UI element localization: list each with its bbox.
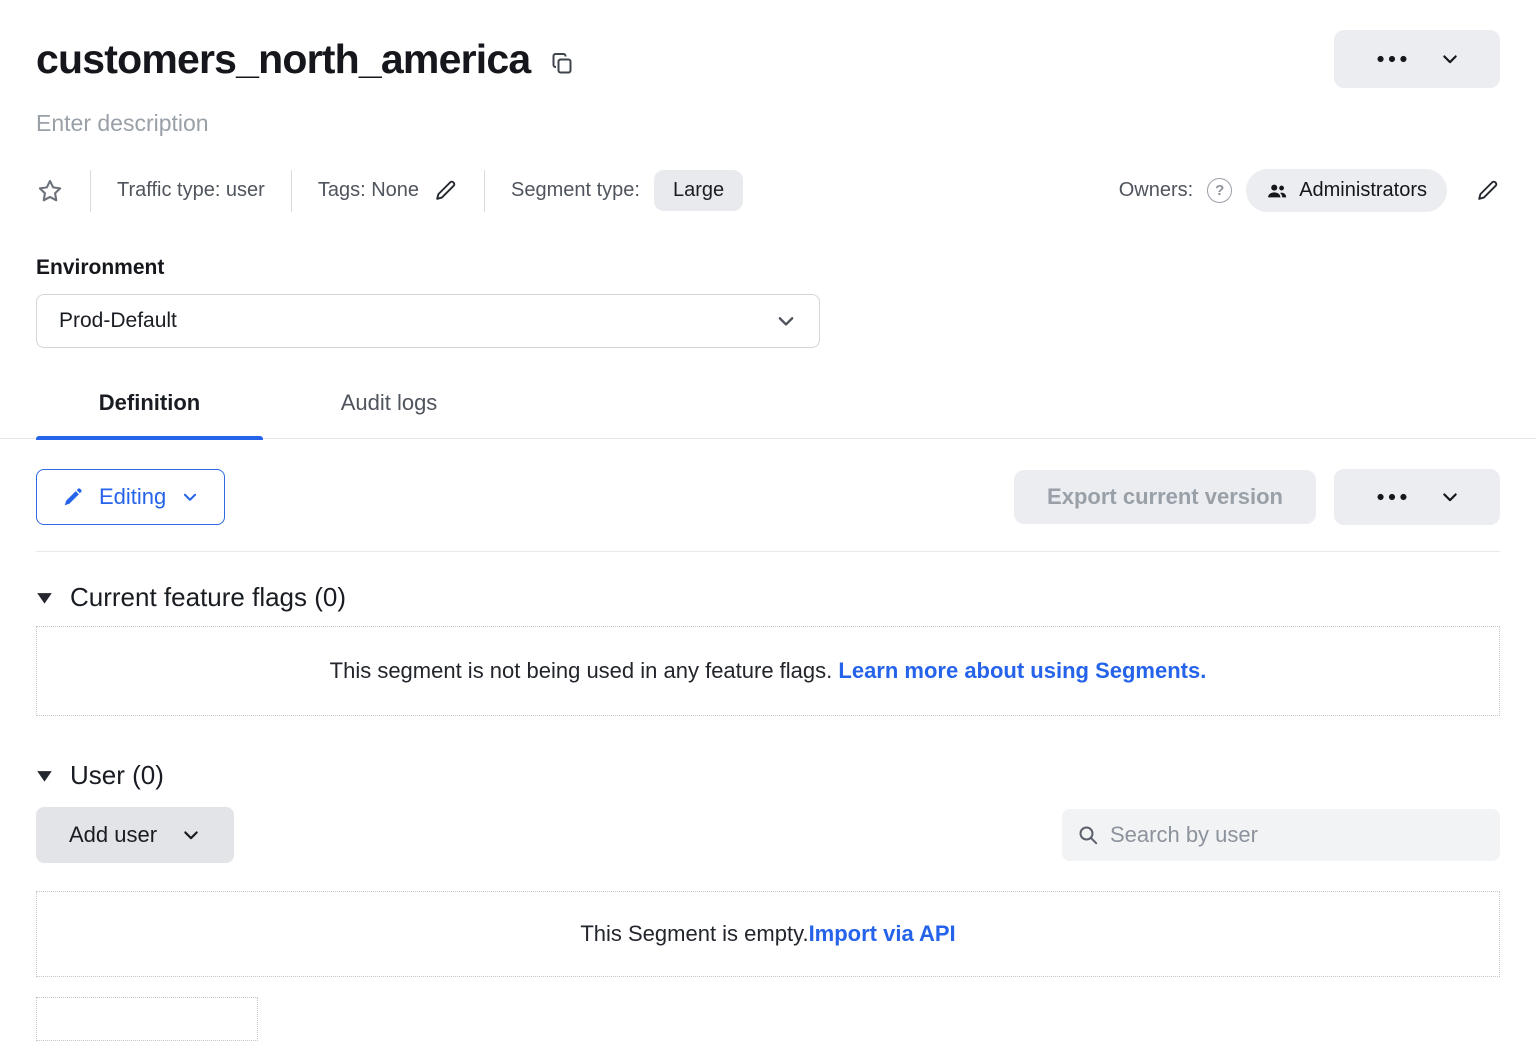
divider — [90, 170, 91, 212]
owners-value: Administrators — [1299, 179, 1427, 202]
edit-tags-pencil-icon[interactable] — [433, 178, 458, 203]
feature-flags-empty-state: This segment is not being used in any fe… — [36, 626, 1500, 716]
user-search — [1062, 809, 1500, 861]
tab-definition[interactable]: Definition — [36, 390, 263, 438]
header-more-actions-button[interactable] — [1334, 30, 1500, 88]
editing-label: Editing — [99, 484, 166, 510]
tags-label: Tags: None — [318, 179, 419, 202]
owners-group: Owners: ? Administrators — [1119, 169, 1500, 212]
tab-audit-logs[interactable]: Audit logs — [263, 390, 515, 438]
edit-owners-pencil-icon[interactable] — [1475, 178, 1500, 203]
copy-icon[interactable] — [550, 51, 574, 75]
page-title: customers_north_america — [36, 36, 530, 83]
pencil-icon — [62, 486, 84, 508]
user-empty-text: This Segment is empty. — [580, 921, 808, 946]
segment-detail-page: customers_north_america Enter descriptio… — [0, 0, 1536, 1002]
horizontal-divider — [36, 551, 1500, 552]
meta-row: Traffic type: user Tags: None Segment ty… — [36, 169, 1500, 212]
feature-flags-section: Current feature flags (0) This segment i… — [36, 582, 1500, 716]
environment-label: Environment — [36, 256, 1500, 280]
divider — [291, 170, 292, 212]
feature-flags-heading-text: Current feature flags (0) — [70, 582, 346, 613]
user-section: User (0) Add user This Segment is empty.… — [36, 760, 1500, 1041]
chevron-down-icon — [1440, 487, 1460, 507]
environment-section: Environment Prod-Default — [36, 256, 1500, 348]
feature-flags-heading: Current feature flags (0) — [36, 582, 1500, 613]
traffic-type-label: Traffic type: user — [117, 179, 265, 202]
description-placeholder[interactable]: Enter description — [36, 110, 1500, 137]
clipped-dotted-box — [36, 997, 258, 1041]
segment-type-badge: Large — [654, 170, 743, 211]
search-by-user-input[interactable] — [1110, 822, 1486, 848]
definition-toolbar: Editing Export current version — [36, 469, 1500, 525]
add-user-button[interactable]: Add user — [36, 807, 234, 863]
chevron-down-icon — [181, 825, 201, 845]
triangle-down-icon[interactable] — [36, 591, 53, 605]
user-heading: User (0) — [36, 760, 1500, 791]
chevron-down-icon — [775, 310, 797, 332]
triangle-down-icon[interactable] — [36, 769, 53, 783]
user-heading-text: User (0) — [70, 760, 164, 791]
feature-flags-empty-text: This segment is not being used in any fe… — [330, 658, 839, 683]
help-circle-icon[interactable]: ? — [1207, 178, 1232, 203]
chevron-down-icon — [1440, 49, 1460, 69]
import-via-api-link[interactable]: Import via API — [809, 921, 956, 946]
star-icon[interactable] — [36, 177, 64, 205]
chevron-down-icon — [181, 488, 199, 506]
ellipsis-icon — [1374, 55, 1410, 63]
ellipsis-icon — [1374, 493, 1410, 501]
user-empty-state: This Segment is empty.Import via API — [36, 891, 1500, 977]
header: customers_north_america — [36, 30, 1500, 88]
environment-selected-value: Prod-Default — [59, 309, 177, 333]
add-user-label: Add user — [69, 822, 157, 848]
environment-select[interactable]: Prod-Default — [36, 294, 820, 348]
editing-mode-button[interactable]: Editing — [36, 469, 225, 525]
owners-label: Owners: — [1119, 179, 1193, 202]
search-icon — [1076, 823, 1100, 847]
learn-more-segments-link[interactable]: Learn more about using Segments. — [838, 658, 1206, 683]
export-current-version-button[interactable]: Export current version — [1014, 470, 1316, 524]
segment-type-label: Segment type: — [511, 179, 640, 202]
divider — [484, 170, 485, 212]
toolbar-more-actions-button[interactable] — [1334, 469, 1500, 525]
owners-pill[interactable]: Administrators — [1246, 169, 1447, 212]
user-controls-row: Add user — [36, 807, 1500, 863]
people-icon — [1266, 180, 1288, 202]
tab-bar: Definition Audit logs — [0, 390, 1536, 439]
